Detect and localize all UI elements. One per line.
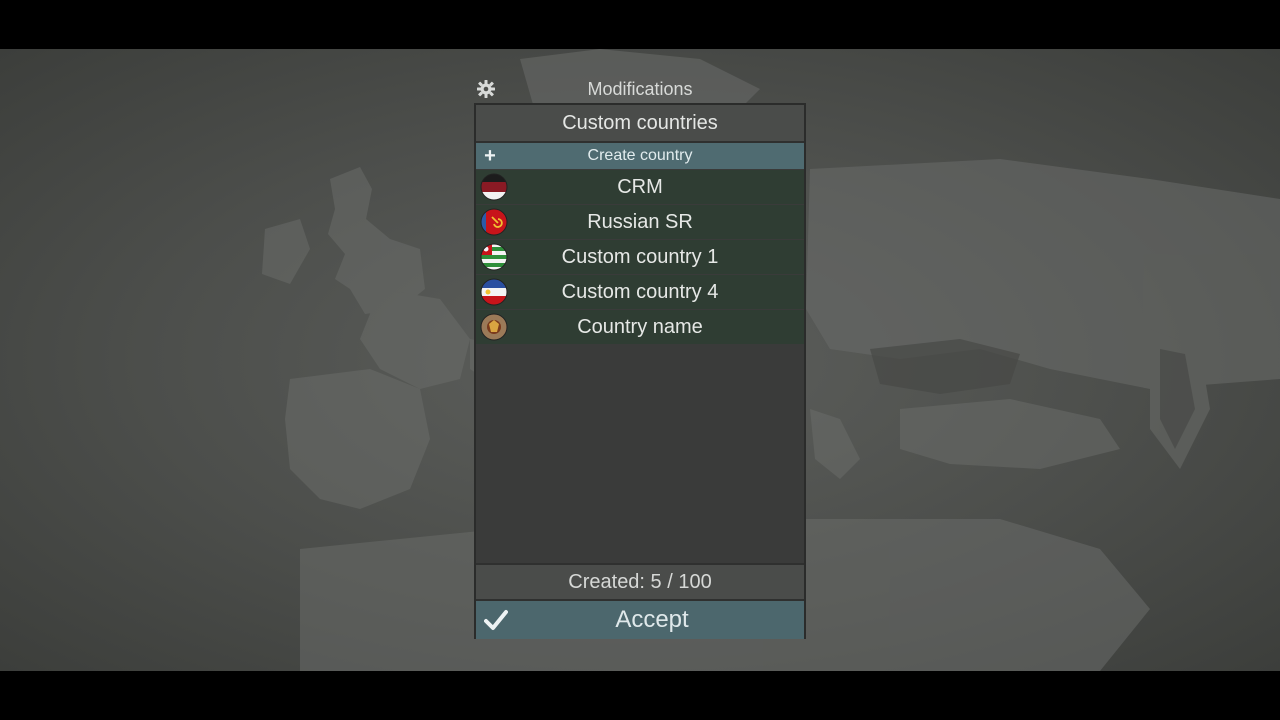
panel-title: Custom countries <box>476 105 804 143</box>
create-country-button[interactable]: + Create country <box>476 143 804 169</box>
custom-countries-panel: Custom countries + Create country CRM Ru… <box>474 103 806 639</box>
country-list: CRM Russian SR Custom country 1 Custom c… <box>476 170 804 345</box>
country-row-custom-country-4[interactable]: Custom country 4 <box>476 275 804 309</box>
country-row-country-name[interactable]: Country name <box>476 310 804 344</box>
country-name: Russian SR <box>587 211 693 233</box>
letterbox-bottom <box>0 671 1280 720</box>
modifications-header: Modifications <box>474 75 806 103</box>
create-country-label: Create country <box>587 147 693 164</box>
country-name: Country name <box>577 316 703 338</box>
country-name: Custom country 4 <box>561 281 719 303</box>
letterbox-top <box>0 0 1280 49</box>
country-name: Custom country 1 <box>561 246 719 268</box>
accept-button[interactable]: Accept <box>476 599 804 639</box>
country-row-crm[interactable]: CRM <box>476 170 804 204</box>
country-row-russian-sr[interactable]: Russian SR <box>476 205 804 239</box>
accept-label: Accept <box>615 606 689 633</box>
country-name: CRM <box>617 176 663 198</box>
page-title: Modifications <box>587 79 693 99</box>
plus-icon: + <box>484 145 496 167</box>
country-row-custom-country-1[interactable]: Custom country 1 <box>476 240 804 274</box>
created-count: Created: 5 / 100 <box>476 563 804 599</box>
